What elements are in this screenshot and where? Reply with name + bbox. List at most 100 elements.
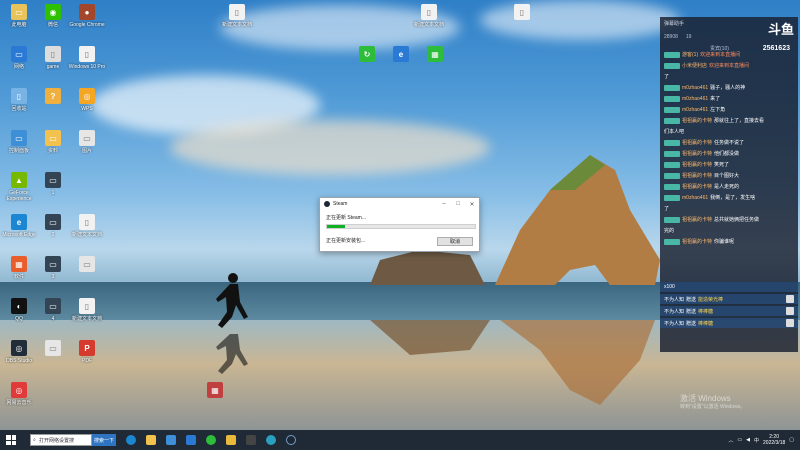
app-icon: ▭: [11, 4, 27, 20]
gift-icon: [786, 307, 794, 315]
chat-username[interactable]: 祖祖赢的卡特: [682, 239, 712, 246]
desktop-icon[interactable]: ▭ 3: [36, 256, 70, 280]
chat-message: 祖祖赢的卡特 你骗谁呢: [660, 238, 798, 249]
chat-username[interactable]: 祖祖赢的卡特: [682, 162, 712, 169]
chat-message: m0zhao461 我倒，是了，发生啥: [660, 194, 798, 205]
chat-message: 祖祖赢的卡特 目个图好大: [660, 172, 798, 183]
gift-icon: [786, 295, 794, 303]
gift-row: 不为人知 赠送 棒棒糖: [660, 306, 798, 316]
app-icon: ●: [79, 4, 95, 20]
chat-message: m0zhao461 左下角: [660, 106, 798, 117]
chat-username[interactable]: m0zhao461: [682, 195, 708, 202]
progress-fill: [327, 225, 345, 228]
gift-action: 赠送: [686, 308, 697, 315]
steam-icon: [324, 201, 330, 207]
close-icon[interactable]: ✕: [465, 201, 479, 208]
chat-username[interactable]: 祖祖赢的卡特: [682, 118, 712, 125]
activate-windows-watermark: 激活 Windows 转到"设置"以激活 Windows。: [680, 394, 745, 412]
desktop-icon[interactable]: ▭: [70, 256, 104, 274]
desktop-icon[interactable]: ▭: [36, 340, 70, 358]
desktop-icon[interactable]: ◎ OBS Studio: [2, 340, 36, 364]
clock-date: 2022/3/18: [763, 440, 786, 446]
chat-username[interactable]: 祖祖赢的卡特: [682, 140, 712, 147]
desktop-icon[interactable]: ▯ Windows 10 Pro: [69, 46, 105, 70]
chat-username[interactable]: 祖祖赢的卡特: [682, 173, 712, 180]
chat-message: m0zhao461 骚子，骚人的神: [660, 84, 798, 95]
chat-username[interactable]: m0zhao461: [682, 107, 708, 114]
desktop-icon[interactable]: ▯ 新建文本文档: [412, 4, 446, 28]
chat-text: 任务做不说了: [714, 140, 745, 146]
desktop-icon[interactable]: ▯: [505, 4, 539, 22]
store-icon[interactable]: [166, 435, 176, 445]
level-badge: [664, 107, 680, 113]
chat-message: 祖祖赢的卡特 那就往上了，直接去看: [660, 117, 798, 128]
level-badge: [664, 140, 680, 146]
app-icon: P: [79, 340, 95, 356]
desktop-icon[interactable]: ▭ 1: [36, 172, 70, 196]
chat-username[interactable]: 祖祖赢的卡特: [682, 184, 712, 191]
search-button[interactable]: 搜索一下: [92, 434, 116, 446]
chat-text: 骚子，骚人的神: [710, 85, 746, 91]
chat-username[interactable]: 小米便利店: [682, 63, 707, 70]
desktop-icon[interactable]: ▯ 新建文本文档: [220, 4, 254, 28]
app-yellow-icon[interactable]: [226, 435, 236, 445]
desktop-icon[interactable]: ▯ 新建文本文档: [70, 214, 104, 238]
network-icon[interactable]: ▭: [737, 437, 742, 443]
chat-text: 来了: [710, 96, 721, 102]
chat-username[interactable]: 祖祖赢的卡特: [682, 217, 712, 224]
desktop-icon-label: PDF: [82, 358, 92, 364]
chat-text: 欢迎来到本直播间: [700, 52, 741, 58]
desktop-icon[interactable]: ?: [36, 88, 70, 106]
file-explorer-icon[interactable]: [146, 435, 156, 445]
volume-icon[interactable]: ◀: [746, 437, 750, 443]
status-text-secondary: 正在更新安装包...: [326, 238, 366, 244]
level-badge: [664, 52, 680, 58]
desktop-icon[interactable]: ▯ 回收站: [2, 88, 36, 112]
mail-icon[interactable]: [186, 435, 196, 445]
chevron-up-icon[interactable]: ︿: [728, 437, 733, 444]
app-teal-icon[interactable]: [266, 435, 276, 445]
desktop-icon[interactable]: ↻: [350, 46, 384, 64]
desktop-icon[interactable]: ◎ 网易云音乐: [2, 382, 36, 406]
gift-user: 不为人知: [664, 320, 685, 327]
app-green-icon[interactable]: [206, 435, 216, 445]
desktop-icon[interactable]: P PDF: [70, 340, 104, 364]
level-badge: [664, 239, 680, 245]
desktop-icon[interactable]: ▲ GeForce Experience: [2, 172, 36, 202]
level-badge: [664, 118, 680, 124]
desktop-icon-label: 回收站: [11, 106, 27, 112]
desktop-icon-label: 新建文本文档: [71, 316, 102, 322]
desktop-icon-label: Google Chrome: [69, 22, 105, 28]
chat-username[interactable]: 游客(1): [682, 52, 698, 59]
desktop-icon[interactable]: ● Google Chrome: [69, 4, 105, 28]
chat-username[interactable]: m0zhao461: [682, 96, 708, 103]
app-icon: ?: [45, 88, 61, 104]
desktop-icon[interactable]: ▦: [198, 382, 232, 400]
desktop-icon[interactable]: ◎ WPS: [70, 88, 104, 112]
chat-username[interactable]: m0zhao461: [682, 85, 708, 92]
app-icon: ▦: [427, 46, 443, 62]
status-text: 正在更新 Steam...: [326, 215, 367, 221]
maximize-icon[interactable]: □: [451, 201, 465, 208]
desktop-icon[interactable]: ▭ 图片: [70, 130, 104, 154]
desktop-icon[interactable]: ▯ 新建文本文档: [70, 298, 104, 322]
app-icon: ▭: [45, 256, 61, 272]
edge-taskbar-icon[interactable]: [126, 435, 136, 445]
vip-count: 贵宾(10): [710, 46, 729, 52]
steam-taskbar-icon[interactable]: [286, 435, 296, 445]
level-badge: [664, 162, 680, 168]
desktop-icon[interactable]: ▦: [418, 46, 452, 64]
notification-icon[interactable]: ▢: [789, 437, 794, 443]
input-method-icon[interactable]: 中: [754, 437, 759, 444]
chat-message: 们本人吧: [660, 128, 798, 139]
cancel-button[interactable]: 取消: [437, 237, 473, 246]
app-dark-icon[interactable]: [246, 435, 256, 445]
minimize-icon[interactable]: –: [437, 201, 451, 208]
search-input[interactable]: ⌕ 打开网络设置搜: [30, 434, 92, 446]
clock[interactable]: 2:20 2022/3/18: [763, 434, 785, 446]
desktop-icon[interactable]: e: [384, 46, 418, 64]
chat-text: 是人走死的: [714, 184, 740, 190]
app-icon: ▯: [514, 4, 530, 20]
start-button[interactable]: [4, 433, 18, 447]
chat-username[interactable]: 祖祖赢的卡特: [682, 151, 712, 158]
